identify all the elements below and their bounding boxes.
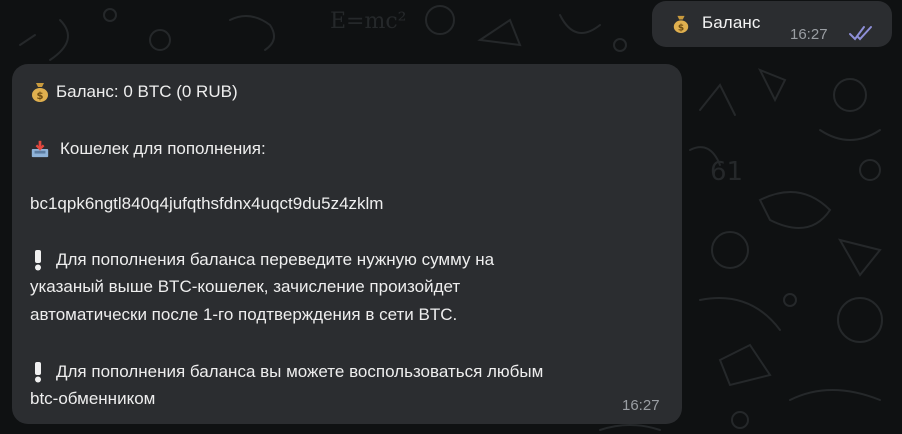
double-check-icon <box>849 26 872 41</box>
svg-text:$: $ <box>678 23 684 33</box>
chat-window: E=mc² 61 $ Баланс 16:27 $ Баланс: 0 BTC … <box>0 0 902 434</box>
money-bag-icon: $ <box>32 83 48 102</box>
svg-text:$: $ <box>37 91 44 102</box>
outgoing-message-bubble[interactable]: $ Баланс 16:27 <box>652 1 892 47</box>
svg-text:E=mc²: E=mc² <box>330 9 407 34</box>
wallet-heading: Кошелек для пополнения: <box>60 139 266 158</box>
note2-line2: btc-обменником <box>30 389 156 408</box>
incoming-message-time: 16:27 <box>622 397 660 414</box>
money-bag-icon: $ <box>673 15 689 33</box>
inbox-tray-icon <box>31 140 49 158</box>
exclamation-icon <box>35 250 41 271</box>
incoming-message-bubble[interactable]: $ Баланс: 0 BTC (0 RUB) Кошелек для попо… <box>12 64 682 424</box>
note1-line1: Для пополнения баланса переведите нужную… <box>56 250 495 269</box>
wallet-address[interactable]: bc1qpk6ngtl840q4jufqthsfdnx4uqct9du5z4zk… <box>30 193 383 215</box>
note2-line1: Для пополнения баланса вы можете восполь… <box>56 362 544 381</box>
outgoing-message-text: Баланс <box>702 13 761 32</box>
note1-line3: автоматически после 1-го подтверждения в… <box>30 305 458 324</box>
balance-line: Баланс: 0 BTC (0 RUB) <box>56 82 238 101</box>
outgoing-message-time: 16:27 <box>790 26 828 43</box>
svg-text:61: 61 <box>710 157 743 187</box>
note1-line2: указаный выше BTC-кошелек, зачисление пр… <box>30 277 461 296</box>
exclamation-icon <box>35 362 41 383</box>
